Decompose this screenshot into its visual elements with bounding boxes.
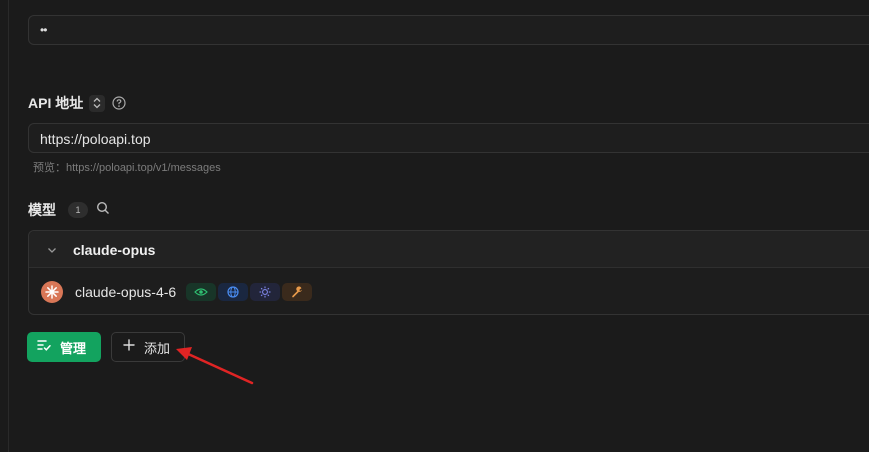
model-name: claude-opus-4-6 bbox=[75, 284, 177, 300]
api-key-value: •• bbox=[40, 23, 47, 37]
add-button-label: 添加 bbox=[144, 340, 171, 356]
wrench-icon bbox=[282, 283, 312, 301]
models-label: 模型 bbox=[28, 202, 56, 218]
chevron-down-icon[interactable] bbox=[46, 243, 58, 261]
api-address-label: API 地址 bbox=[28, 95, 84, 111]
model-group: claude-opus claude-opus-4-6 bbox=[28, 230, 869, 315]
eye-icon bbox=[186, 283, 216, 301]
list-check-icon bbox=[37, 338, 51, 356]
globe-icon bbox=[218, 283, 248, 301]
models-count-badge: 1 bbox=[68, 202, 88, 218]
api-address-input[interactable]: https://poloapi.top bbox=[28, 123, 869, 153]
search-icon[interactable] bbox=[96, 201, 110, 220]
panel-left-border bbox=[8, 0, 9, 452]
api-key-input[interactable]: •• bbox=[28, 15, 869, 45]
list-item[interactable]: claude-opus-4-6 bbox=[29, 269, 869, 315]
api-address-value: https://poloapi.top bbox=[40, 131, 151, 147]
models-label-row: 模型 1 bbox=[28, 201, 110, 219]
annotation-arrow bbox=[176, 347, 254, 385]
api-address-preview: 预览：https://poloapi.top/v1/messages bbox=[33, 162, 221, 174]
sun-icon bbox=[250, 283, 280, 301]
plus-icon bbox=[123, 338, 135, 356]
manage-button-label: 管理 bbox=[60, 340, 87, 356]
add-button[interactable]: 添加 bbox=[111, 332, 185, 362]
model-group-name: claude-opus bbox=[73, 242, 156, 258]
help-icon[interactable] bbox=[111, 95, 127, 111]
manage-button[interactable]: 管理 bbox=[27, 332, 101, 362]
sort-toggle-icon[interactable] bbox=[89, 94, 106, 112]
api-address-label-row: API 地址 bbox=[28, 94, 127, 112]
model-group-header[interactable]: claude-opus bbox=[29, 231, 869, 268]
claude-logo-icon bbox=[41, 281, 63, 303]
